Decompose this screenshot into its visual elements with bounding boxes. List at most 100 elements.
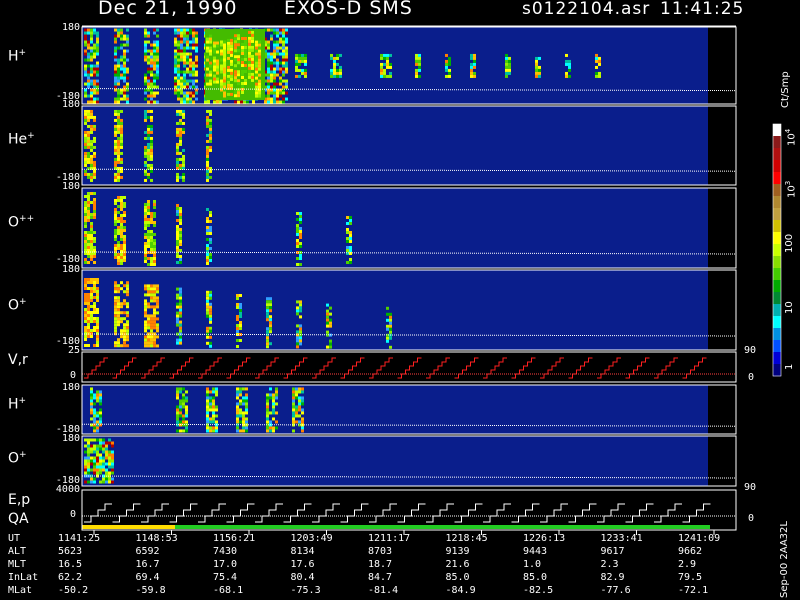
he-plus-burst [206,157,209,161]
h-plus-block-texture [255,61,258,65]
row-label-inlat: InLat [8,572,39,583]
o-plusplus-burst [176,207,179,210]
h-plus-2-burst [209,420,212,424]
o-plusplus-burst [150,236,153,239]
h-plus-block-texture [234,43,237,47]
he-plus-burst [206,154,209,158]
h-plus-2-burst [242,402,245,406]
h-plus-burst [267,76,270,80]
h-plus-burst [153,85,156,89]
h-plus-block-texture [237,73,240,77]
he-plus-burst [144,172,147,176]
o-plus-burst [117,323,120,327]
h-plus-block-texture [237,49,240,53]
o-plus-burst [96,338,99,341]
o-plus-2-burst [90,468,93,472]
h-plus-2-burst [295,420,298,424]
h-plus-2-burst [298,405,301,409]
o-plusplus-burst [150,263,153,266]
o-plusplus-burst [117,226,120,229]
h-plus-burst [276,61,279,65]
h-plus-burst [273,85,276,89]
he-plus-burst [90,109,93,113]
o-plus-burst [296,306,299,310]
h-plus-block-texture [244,54,247,58]
he-plus-burst [206,124,209,128]
o-plusplus-burst [123,214,126,217]
o-plus-burst [93,296,96,299]
h-plus-burst [282,28,285,32]
o-plus-burst [389,327,392,331]
h-plus-block-texture [220,82,223,86]
o-plus-burst [236,330,239,333]
h-plus-block-texture [234,73,237,77]
h-plus-block-texture [251,60,254,64]
h-plus-late-burst [295,59,298,63]
h-plus-2-burst [185,426,188,430]
he-plus-burst [90,160,93,164]
h-plus-late-burst [473,65,476,69]
h-plus-burst [195,79,198,83]
o-plusplus-burst [84,195,87,198]
o-plus-burst [209,302,212,306]
o-plus-burst [120,287,123,291]
o-plusplus-burst [150,218,153,221]
o-plusplus-burst [120,214,123,217]
h-plus-late-burst [339,65,342,69]
h-plus-block-texture [255,70,258,74]
o-plusplus-burst [114,214,117,217]
h-plus-block-texture [255,43,258,47]
h-plus-block-texture [255,49,258,53]
h-plus-burst [114,37,117,41]
h-plus-burst [252,100,255,104]
h-plus-late-burst [415,62,418,66]
h-plus-2-burst [236,390,239,394]
h-plus-burst [189,70,192,74]
panel-bg-ep [82,490,736,530]
h-plus-block-texture [223,91,226,95]
h-plus-late-burst [298,62,301,66]
o-plus-burst [87,281,90,284]
h-plus-late-burst [415,59,418,63]
h-plus-burst [276,91,279,95]
o-plus-burst [153,341,156,345]
he-plus-burst [179,151,182,155]
colorbar-swatch [773,232,781,245]
o-plusplus-burst [150,233,153,236]
o-plus-burst [209,296,212,300]
h-plus-late-burst [415,53,418,57]
h-plus-late-burst [568,74,571,78]
h-plus-late-burst [473,74,476,78]
o-plusplus-burst [176,210,179,213]
h-plus-burst [90,79,93,83]
he-plus-burst [93,169,96,173]
h-plus-burst [174,82,177,86]
h-plus-late-burst [538,65,541,69]
h-plus-burst [183,73,186,77]
h-plus-burst [180,46,183,50]
o-plusplus-burst [147,206,150,209]
he-plus-burst [144,109,147,113]
h-plus-late-burst [505,65,508,69]
o-plusplus-burst [114,211,117,214]
h-plus-burst [273,91,276,95]
h-plus-burst [150,64,153,68]
h-plus-2-burst [215,393,218,397]
h-plus-block-texture [206,58,209,62]
o-plusplus-burst [90,192,93,195]
h-plus-2-burst [292,429,295,433]
h-plus-burst [144,49,147,53]
o-plus-2-burst [111,477,114,481]
o-plus-burst [114,296,117,300]
row-label-ut: UT [8,533,21,544]
h-plus-block-texture [227,65,230,69]
he-plus-burst [176,130,179,134]
h-plus-block-texture [213,41,216,45]
he-plus-burst [206,109,209,113]
o-plus-burst [296,300,299,304]
h-plus-burst [153,61,156,65]
h-plus-block-texture [223,67,226,71]
o-plus-burst [179,329,182,333]
h-plus-2-burst [245,399,248,403]
h-plus-burst [126,28,129,32]
